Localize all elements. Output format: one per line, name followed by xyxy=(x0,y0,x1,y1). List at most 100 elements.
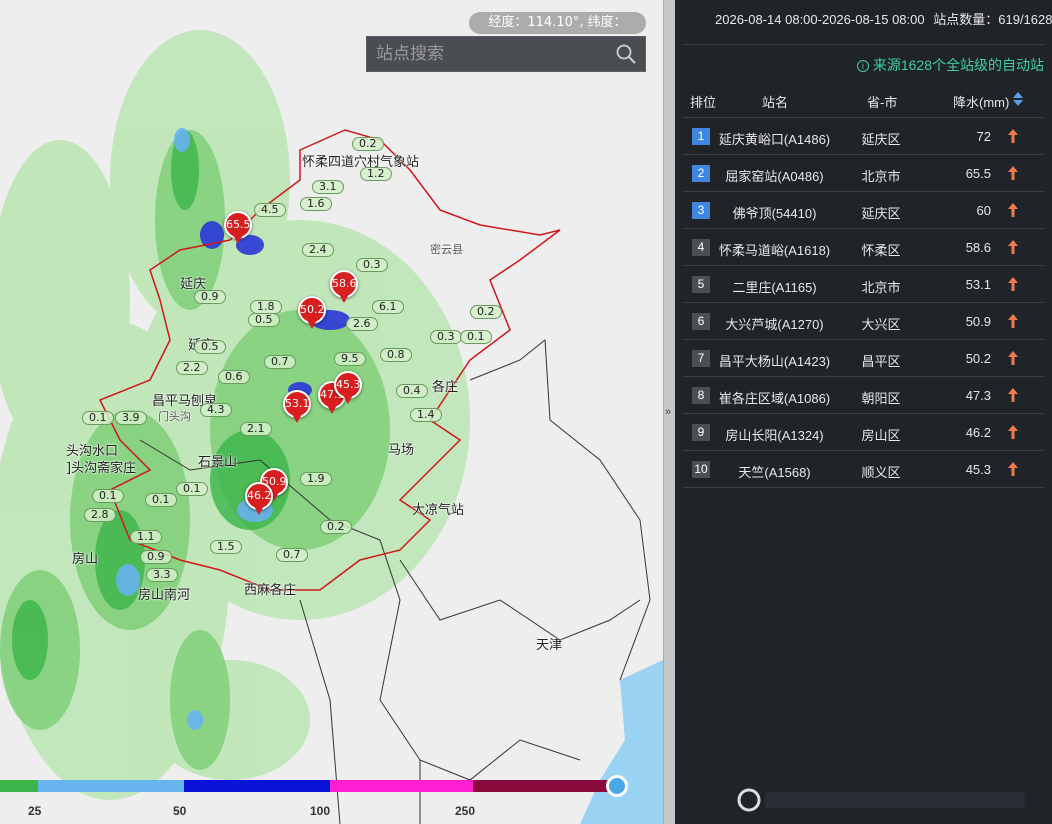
station-badge[interactable]: 0.8 xyxy=(380,348,412,362)
station-badge[interactable]: 0.7 xyxy=(264,355,296,369)
station-badge[interactable]: 2.1 xyxy=(240,422,272,436)
station-badge[interactable]: 0.1 xyxy=(82,411,114,425)
station-search[interactable] xyxy=(366,36,646,72)
region: 顺义区 xyxy=(861,465,901,480)
station-badge[interactable]: 0.9 xyxy=(194,290,226,304)
station-name[interactable]: 昌平大杨山(A1423) xyxy=(717,351,832,370)
search-icon[interactable] xyxy=(615,43,637,65)
station-badge[interactable]: 3.1 xyxy=(312,180,344,194)
rain-value: 53.1 xyxy=(965,277,991,292)
rain-marker[interactable]: 46.2 xyxy=(245,482,273,516)
table-row[interactable]: 8 崔各庄区域(A1086) 朝阳区 47.3 xyxy=(683,377,1044,414)
rain-marker[interactable]: 58.6 xyxy=(330,270,358,304)
station-badge[interactable]: 2.4 xyxy=(302,243,334,257)
station-count: 站点数量：619/1628 xyxy=(933,12,1052,27)
station-badge[interactable]: 1.6 xyxy=(300,197,332,211)
station-name[interactable]: 天竺(A1568) xyxy=(717,462,832,481)
table-row[interactable]: 5 二里庄(A1165) 北京市 53.1 xyxy=(683,266,1044,303)
region: 延庆区 xyxy=(861,132,901,147)
rainfall-map[interactable]: 怀柔四道穴村气象站 密云县 延庆 延庆 门头沟 头沟水口 ]头沟斋家庄 石景山 … xyxy=(0,0,663,824)
station-badge[interactable]: 0.2 xyxy=(352,137,384,151)
station-badge[interactable]: 6.1 xyxy=(372,300,404,314)
rain-marker[interactable]: 45.3 xyxy=(334,371,362,405)
panel-splitter[interactable]: » xyxy=(663,0,675,824)
legend-segment xyxy=(0,780,38,792)
time-range-bar: 2026-08-14 08:00-2026-08-15 08:00 站点数量：6… xyxy=(715,9,1052,28)
table-row[interactable]: 4 怀柔马道峪(A1618) 怀柔区 58.6 xyxy=(683,229,1044,266)
header-rain[interactable]: 降水(mm) xyxy=(953,92,1009,111)
station-badge[interactable]: 0.6 xyxy=(218,370,250,384)
station-badge[interactable]: 0.4 xyxy=(396,384,428,398)
station-name[interactable]: 房山长阳(A1324) xyxy=(717,425,832,444)
table-row[interactable]: 9 房山长阳(A1324) 房山区 46.2 xyxy=(683,414,1044,451)
station-badge[interactable]: 4.5 xyxy=(254,203,286,217)
region: 昌平区 xyxy=(861,354,901,369)
station-badge[interactable]: 4.3 xyxy=(200,403,232,417)
station-badge[interactable]: 1.1 xyxy=(130,530,162,544)
rain-legend[interactable] xyxy=(0,775,628,797)
station-badge[interactable]: 0.1 xyxy=(145,493,177,507)
station-name[interactable]: 延庆黄峪口(A1486) xyxy=(717,129,832,148)
table-row[interactable]: 7 昌平大杨山(A1423) 昌平区 50.2 xyxy=(683,340,1044,377)
table-row[interactable]: 6 大兴芦城(A1270) 大兴区 50.9 xyxy=(683,303,1044,340)
region: 房山区 xyxy=(861,428,901,443)
station-badge[interactable]: 0.1 xyxy=(460,330,492,344)
header-region: 省-市 xyxy=(867,95,898,110)
region: 北京市 xyxy=(861,169,901,184)
marker-tail xyxy=(307,320,317,329)
station-badge[interactable]: 3.9 xyxy=(115,411,147,425)
station-badge[interactable]: 1.4 xyxy=(410,408,442,422)
rain-value: 50.2 xyxy=(965,351,991,366)
collapse-arrow-icon[interactable]: » xyxy=(665,406,671,418)
marker-tail xyxy=(292,414,302,423)
legend-slider-handle[interactable] xyxy=(606,775,628,797)
arrow-up-icon xyxy=(1008,351,1018,365)
table-row[interactable]: 1 延庆黄峪口(A1486) 延庆区 72 xyxy=(683,118,1044,155)
station-badge[interactable]: 3.3 xyxy=(146,568,178,582)
station-badge[interactable]: 1.9 xyxy=(300,472,332,486)
sort-icon[interactable] xyxy=(1012,91,1024,107)
station-badge[interactable]: 0.7 xyxy=(276,548,308,562)
marker-tail xyxy=(233,235,243,244)
rain-marker[interactable]: 53.1 xyxy=(283,390,311,424)
station-name[interactable]: 崔各庄区域(A1086) xyxy=(717,388,832,407)
station-name[interactable]: 二里庄(A1165) xyxy=(717,277,832,296)
table-row[interactable]: 10 天竺(A1568) 顺义区 45.3 xyxy=(683,451,1044,488)
station-badge[interactable]: 1.8 xyxy=(250,300,282,314)
region: 大兴区 xyxy=(861,317,901,332)
station-badge[interactable]: 9.5 xyxy=(334,352,366,366)
station-badge[interactable]: 0.2 xyxy=(470,305,502,319)
rank-badge: 6 xyxy=(692,313,710,330)
station-name[interactable]: 怀柔马道峪(A1618) xyxy=(717,240,832,259)
station-badge[interactable]: 2.8 xyxy=(84,508,116,522)
rank-badge: 5 xyxy=(692,276,710,293)
station-badge[interactable]: 0.1 xyxy=(176,482,208,496)
search-input[interactable] xyxy=(367,37,607,71)
station-badge[interactable]: 0.1 xyxy=(92,489,124,503)
station-badge[interactable]: 0.9 xyxy=(140,550,172,564)
station-badge[interactable]: 2.6 xyxy=(346,317,378,331)
station-badge[interactable]: 1.5 xyxy=(210,540,242,554)
rain-value: 45.3 xyxy=(965,462,991,477)
legend-segment xyxy=(38,780,184,792)
station-badge[interactable]: 2.2 xyxy=(176,361,208,375)
station-name[interactable]: 大兴芦城(A1270) xyxy=(717,314,832,333)
legend-segment xyxy=(184,780,330,792)
station-badge[interactable]: 0.5 xyxy=(248,313,280,327)
rain-marker[interactable]: 65.5 xyxy=(224,211,252,245)
station-badge[interactable]: 0.2 xyxy=(320,520,352,534)
station-badge[interactable]: 1.2 xyxy=(360,167,392,181)
rain-marker[interactable]: 50.2 xyxy=(298,296,326,330)
table-row[interactable]: 2 屈家窑站(A0486) 北京市 65.5 xyxy=(683,155,1044,192)
station-badge[interactable]: 0.5 xyxy=(194,340,226,354)
station-badge[interactable]: 0.3 xyxy=(430,330,462,344)
station-badge[interactable]: 0.3 xyxy=(356,258,388,272)
region: 北京市 xyxy=(861,280,901,295)
station-name[interactable]: 屈家窑站(A0486) xyxy=(717,166,832,185)
header-station: 站名 xyxy=(762,95,789,110)
arrow-up-icon xyxy=(1008,129,1018,143)
rain-value: 65.5 xyxy=(965,166,991,181)
station-name[interactable]: 佛爷顶(54410) xyxy=(717,203,832,222)
table-row[interactable]: 3 佛爷顶(54410) 延庆区 60 xyxy=(683,192,1044,229)
rain-value: 60 xyxy=(976,203,991,218)
